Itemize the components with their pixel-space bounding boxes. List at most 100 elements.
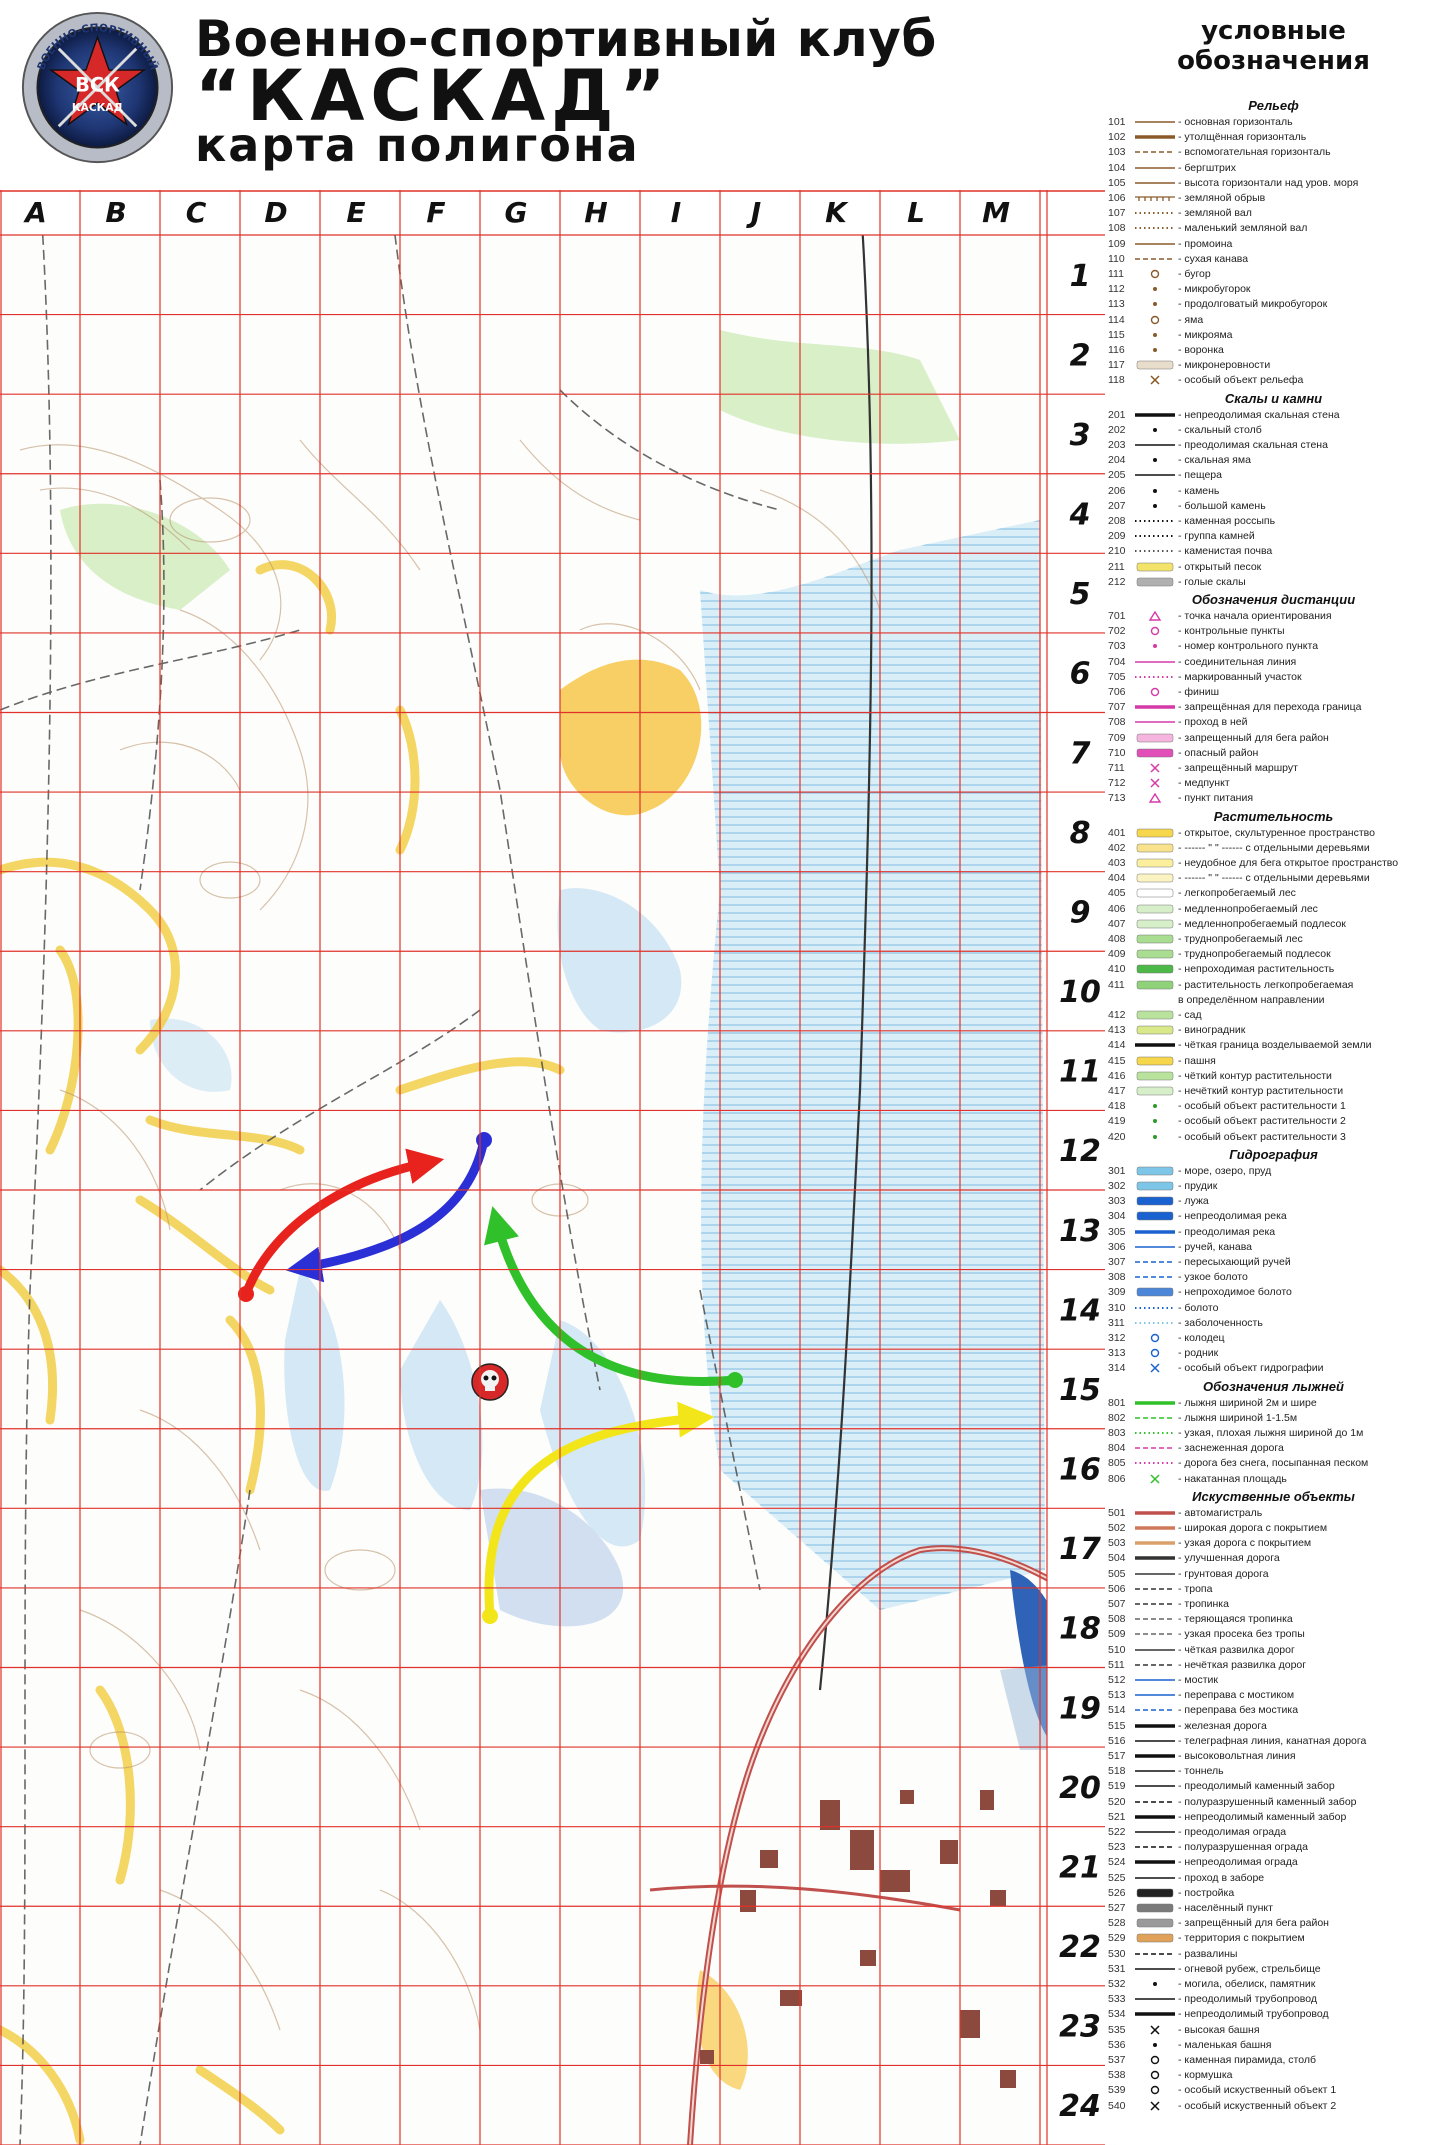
- legend-symbol-icon: [1133, 1056, 1177, 1066]
- legend-symbol-icon: [1133, 1211, 1177, 1221]
- legend-symbol-icon: [1133, 687, 1177, 697]
- legend-item: 525 - проход в заборе: [1108, 1871, 1439, 1885]
- legend-symbol-icon: [1133, 1994, 1177, 2004]
- legend-item: 522 - преодолимая ограда: [1108, 1825, 1439, 1839]
- legend-item: 532 - могила, обелиск, памятник: [1108, 1977, 1439, 1991]
- legend-item-code: 308: [1108, 1271, 1126, 1284]
- legend-item-code: 704: [1108, 655, 1126, 668]
- legend-symbol-icon: [1133, 995, 1177, 1005]
- legend-item: 536 - маленькая башня: [1108, 2038, 1439, 2052]
- legend-symbol-icon: [1133, 828, 1177, 838]
- legend-item-code: 518: [1108, 1765, 1126, 1778]
- legend-item-code: 414: [1108, 1039, 1126, 1052]
- polygon-map[interactable]: A B C D E F G H I J K L M123456789101112131415161718…: [0, 190, 1105, 2145]
- legend-item: 704 - соединительная линия: [1108, 655, 1439, 669]
- legend-item: 537 - каменная пирамида, столб: [1108, 2053, 1439, 2067]
- legend-section-title: Растительность: [1213, 808, 1334, 824]
- legend-item-code: 527: [1108, 1902, 1126, 1914]
- legend-symbol-icon: [1133, 793, 1177, 804]
- legend-item-code: 803: [1108, 1427, 1126, 1439]
- legend-item: 803 - узкая, плохая лыжня шириной до 1м: [1108, 1426, 1439, 1440]
- legend-item: 516 - телеграфная линия, канатная дорога: [1108, 1734, 1439, 1748]
- legend-symbol-icon: [1133, 1888, 1177, 1898]
- legend-symbol-icon: [1133, 1918, 1177, 1928]
- legend-item-code: 203: [1108, 439, 1126, 451]
- legend-item-code: 303: [1108, 1195, 1126, 1208]
- legend-item: 504 - улучшенная дорога: [1108, 1551, 1439, 1565]
- legend-symbol-icon: [1133, 1812, 1177, 1822]
- legend-item-code: 713: [1108, 792, 1126, 805]
- legend-symbol-icon: [1133, 1569, 1177, 1579]
- legend-item-label: - растительность легкопробегаемая: [1178, 978, 1354, 991]
- legend-item-label: - могила, обелиск, памятник: [1178, 1978, 1316, 1990]
- legend-item-label: в определённом направлении: [1178, 993, 1325, 1006]
- legend-item: 418 - особый объект растительности 1: [1108, 1099, 1439, 1113]
- skull-icon[interactable]: [471, 1363, 509, 1401]
- legend-item: 701 - точка начала ориентирования: [1108, 609, 1439, 623]
- grid-row-label: 13: [1059, 1214, 1101, 1249]
- legend-item: 207 - большой камень: [1108, 499, 1439, 513]
- legend-item-code: 509: [1108, 1628, 1126, 1641]
- legend-symbol-icon: [1133, 964, 1177, 974]
- legend-item-label: - лыжня шириной 1-1.5м: [1178, 1411, 1298, 1424]
- legend-item: 804 - заснеженная дорога: [1108, 1441, 1439, 1455]
- legend-item: 116 - воронка: [1108, 343, 1439, 357]
- legend-item-code: 109: [1108, 237, 1126, 250]
- legend-item: 410 - непроходимая растительность: [1108, 962, 1439, 976]
- legend-item-code: 405: [1108, 887, 1126, 900]
- legend-symbol-icon: [1133, 239, 1177, 249]
- grid-row-label: 16: [1059, 1453, 1101, 1488]
- legend-item-label: - пашня: [1178, 1054, 1216, 1067]
- legend-symbol-icon: [1133, 345, 1177, 355]
- legend-symbol-icon: [1133, 269, 1177, 279]
- legend-item-code: 314: [1108, 1362, 1126, 1375]
- legend-item: 703 - номер контрольного пункта: [1108, 639, 1439, 653]
- legend-title-1: условные: [1201, 16, 1346, 46]
- legend-item-label: - особый искуственный объект 2: [1178, 2099, 1337, 2112]
- grid-column-label: L: [907, 196, 925, 229]
- legend-item: 206 - камень: [1108, 484, 1439, 498]
- legend-item-code: 305: [1108, 1225, 1126, 1238]
- legend-item-code: 407: [1108, 917, 1126, 930]
- legend-item-label: - запрещенный для бега район: [1178, 731, 1329, 744]
- route-yellow-start: [482, 1608, 498, 1624]
- legend-item-code: 208: [1108, 515, 1126, 527]
- legend-item-label: - каменистая почва: [1178, 545, 1273, 558]
- legend-symbol-icon: [1133, 1443, 1177, 1453]
- legend-item-label: - чёткий контур растительности: [1178, 1069, 1332, 1082]
- legend-item-label: - воронка: [1178, 344, 1224, 356]
- legend-section-title: Скалы и камни: [1224, 390, 1323, 406]
- legend-item: 529 - территория с покрытием: [1108, 1931, 1439, 1945]
- legend-item-code: 513: [1108, 1689, 1126, 1702]
- legend-item-code: 304: [1108, 1210, 1126, 1223]
- legend-item-code: 102: [1108, 131, 1126, 144]
- legend-item-code: 408: [1108, 933, 1126, 945]
- legend-symbol-icon: [1133, 1257, 1177, 1267]
- legend-item-code: 540: [1108, 2099, 1126, 2112]
- legend-symbol-icon: [1133, 980, 1177, 990]
- legend-item: 806 - накатанная площадь: [1108, 1472, 1439, 1486]
- legend-item-label: - колодец: [1178, 1332, 1225, 1344]
- legend-item-label: - микрояма: [1178, 328, 1233, 341]
- legend-item: 502 - широкая дорога с покрытием: [1108, 1521, 1439, 1535]
- legend-item-code: 118: [1108, 374, 1125, 387]
- legend-item-code: 538: [1108, 2069, 1126, 2082]
- legend-symbol-icon: [1133, 1690, 1177, 1700]
- map-header: ВОЕННО-СПОРТИВНЫЙ ВСК КАСКАД Военно-спор…: [0, 0, 1105, 185]
- legend-item-code: 307: [1108, 1256, 1126, 1268]
- legend-symbol-icon: [1133, 1303, 1177, 1313]
- legend-symbol-icon: [1133, 748, 1177, 758]
- legend-item-code: 523: [1108, 1841, 1126, 1854]
- legend-item-label: - маленькая башня: [1178, 2038, 1272, 2051]
- legend-item: 209 - группа камней: [1108, 529, 1439, 543]
- legend-item-label: - проход в ней: [1178, 716, 1248, 729]
- legend-symbol-icon: [1133, 672, 1177, 682]
- legend-symbol-icon: [1133, 1166, 1177, 1176]
- legend-item-code: 202: [1108, 423, 1126, 436]
- legend-item-code: 111: [1108, 268, 1124, 280]
- legend-item-label: - непреодолимая скальная стена: [1178, 408, 1340, 421]
- legend-symbol-icon: [1133, 2070, 1177, 2080]
- legend-item-label: - особый объект гидрографии: [1178, 1362, 1324, 1375]
- legend-item-label: - тоннель: [1178, 1765, 1224, 1778]
- legend-item-label: - узкая, плохая лыжня шириной до 1м: [1178, 1427, 1364, 1439]
